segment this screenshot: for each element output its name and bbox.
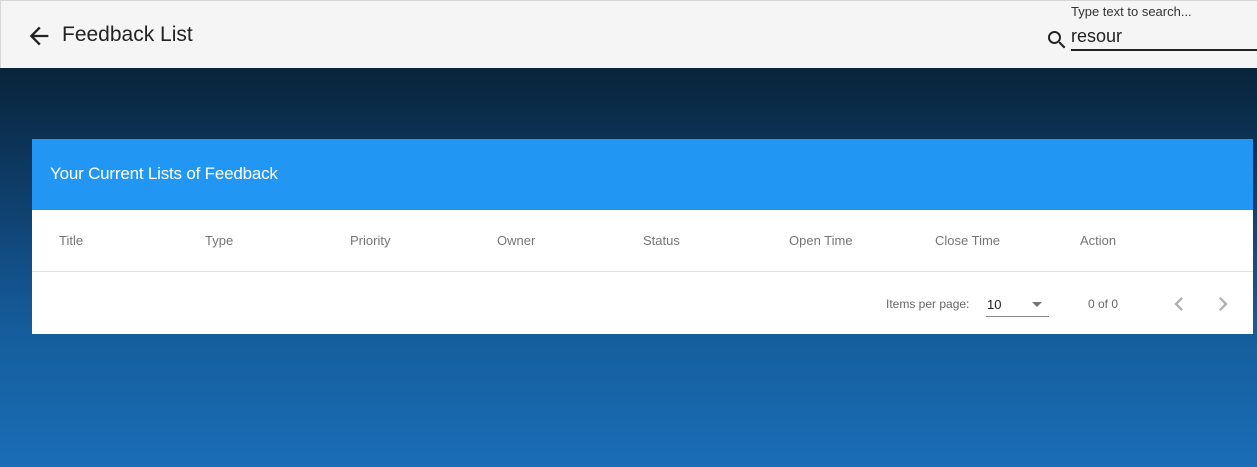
column-header-owner[interactable]: Owner	[497, 233, 535, 248]
top-toolbar: Feedback List Type text to search...	[0, 0, 1257, 68]
card-title: Your Current Lists of Feedback	[50, 164, 278, 183]
back-button[interactable]	[25, 22, 53, 50]
column-header-status[interactable]: Status	[643, 233, 680, 248]
items-per-page-select[interactable]: 10	[986, 292, 1049, 317]
arrow-left-icon	[29, 26, 49, 46]
column-header-priority[interactable]: Priority	[350, 233, 390, 248]
next-page-button[interactable]	[1209, 290, 1237, 318]
paginator: Items per page: 10 0 of 0	[32, 272, 1253, 334]
range-label: 0 of 0	[1088, 297, 1119, 311]
page-title: Feedback List	[62, 23, 193, 46]
search-input[interactable]	[1071, 23, 1257, 51]
card-header: Your Current Lists of Feedback	[32, 139, 1253, 210]
items-per-page-value: 10	[987, 297, 1002, 312]
dropdown-arrow-icon	[1032, 302, 1042, 307]
search-icon	[1045, 28, 1069, 52]
column-header-action: Action	[1080, 233, 1117, 248]
chevron-left-icon	[1174, 297, 1183, 311]
feedback-card: Your Current Lists of Feedback Title Typ…	[32, 139, 1253, 334]
column-header-title[interactable]: Title	[59, 233, 83, 248]
column-header-type[interactable]: Type	[205, 233, 233, 248]
previous-page-button[interactable]	[1165, 290, 1193, 318]
items-per-page-label: Items per page:	[886, 297, 970, 311]
chevron-right-icon	[1219, 297, 1228, 311]
table-header-row: Title Type Priority Owner Status Open Ti…	[32, 210, 1253, 272]
search-label: Type text to search...	[1071, 4, 1192, 19]
search-field: Type text to search...	[1071, 1, 1257, 55]
column-header-close-time[interactable]: Close Time	[935, 233, 1000, 248]
column-header-open-time[interactable]: Open Time	[789, 233, 853, 248]
